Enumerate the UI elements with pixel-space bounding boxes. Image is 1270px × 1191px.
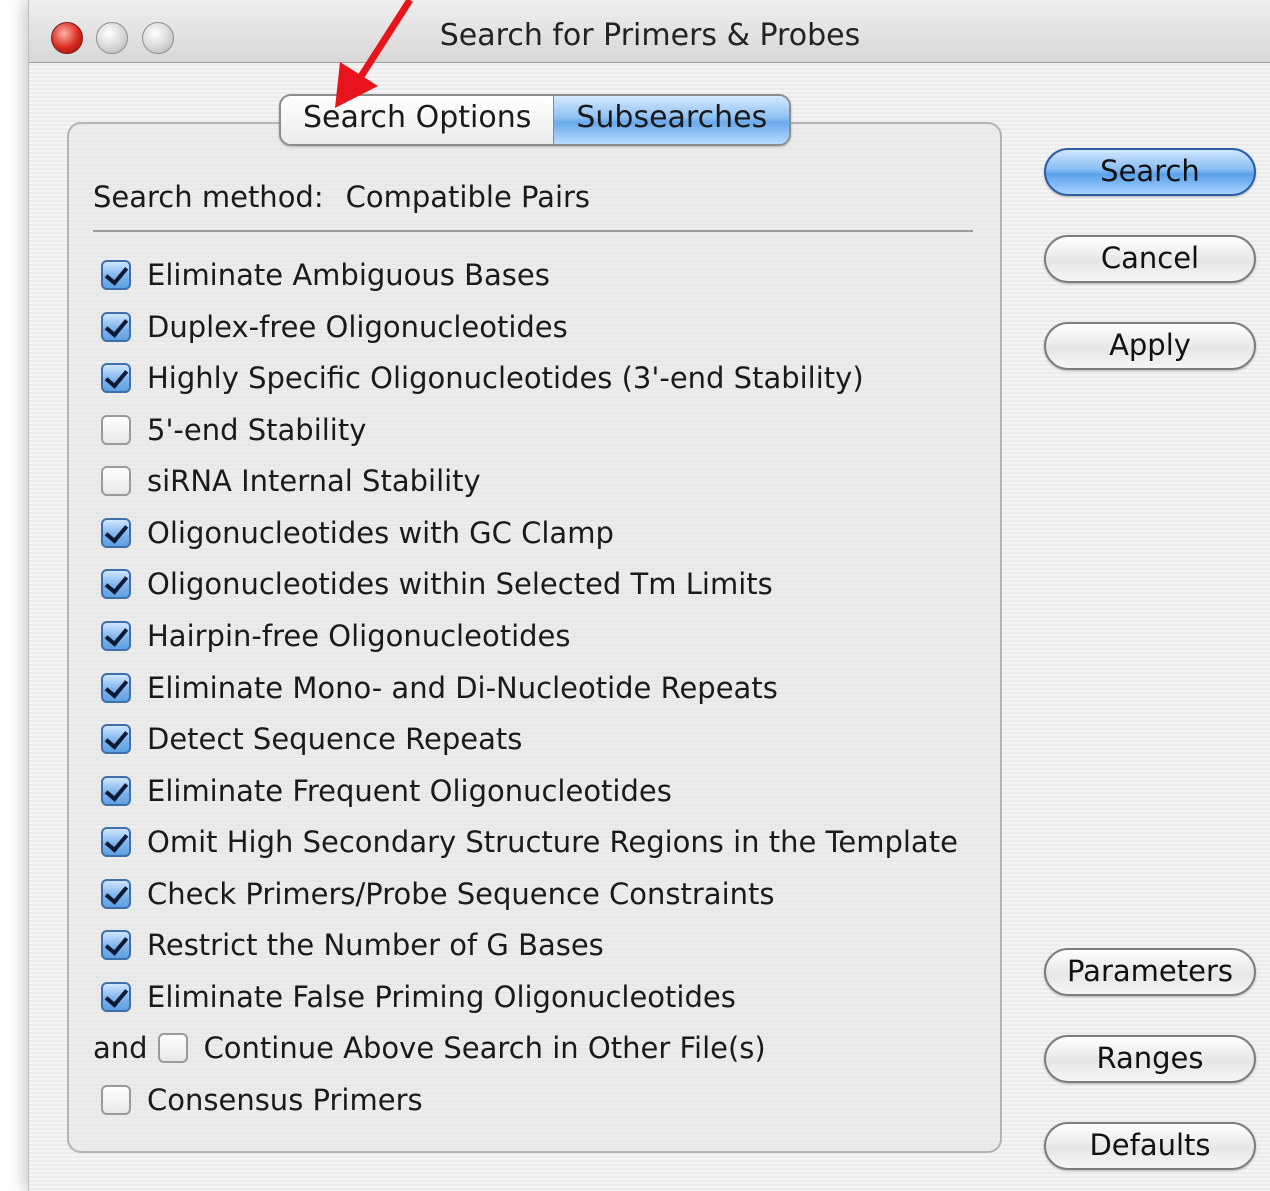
checkbox[interactable] bbox=[101, 982, 131, 1012]
checkbox[interactable] bbox=[101, 776, 131, 806]
tab-subsearches[interactable]: Subsearches bbox=[553, 96, 790, 144]
divider bbox=[93, 230, 973, 232]
option-label: Eliminate Frequent Oligonucleotides bbox=[147, 774, 672, 808]
apply-button[interactable]: Apply bbox=[1044, 322, 1256, 370]
option-sequence-constraints[interactable]: Check Primers/Probe Sequence Constraints bbox=[101, 874, 774, 914]
checkbox[interactable] bbox=[101, 673, 131, 703]
option-hairpin-free[interactable]: Hairpin-free Oligonucleotides bbox=[101, 616, 571, 656]
option-duplex-free[interactable]: Duplex-free Oligonucleotides bbox=[101, 307, 568, 347]
search-method-value: Compatible Pairs bbox=[345, 180, 591, 214]
option-label: siRNA Internal Stability bbox=[147, 464, 481, 498]
option-label: Oligonucleotides within Selected Tm Limi… bbox=[147, 567, 773, 601]
option-label: Duplex-free Oligonucleotides bbox=[147, 310, 568, 344]
option-label: Omit High Secondary Structure Regions in… bbox=[147, 825, 958, 859]
checkbox[interactable] bbox=[101, 518, 131, 548]
checkbox[interactable] bbox=[101, 1085, 131, 1115]
option-label: Highly Specific Oligonucleotides (3'-end… bbox=[147, 361, 864, 395]
checkbox[interactable] bbox=[101, 260, 131, 290]
option-mono-di-repeats[interactable]: Eliminate Mono- and Di-Nucleotide Repeat… bbox=[101, 668, 778, 708]
option-false-priming[interactable]: Eliminate False Priming Oligonucleotides bbox=[101, 977, 736, 1017]
checkbox[interactable] bbox=[101, 363, 131, 393]
checkbox[interactable] bbox=[101, 930, 131, 960]
checkbox[interactable] bbox=[101, 621, 131, 651]
option-label: 5'-end Stability bbox=[147, 413, 367, 447]
option-label: Detect Sequence Repeats bbox=[147, 722, 523, 756]
checkbox[interactable] bbox=[101, 415, 131, 445]
option-label: Eliminate False Priming Oligonucleotides bbox=[147, 980, 736, 1014]
cancel-button[interactable]: Cancel bbox=[1044, 235, 1256, 283]
option-secondary-structure[interactable]: Omit High Secondary Structure Regions in… bbox=[101, 822, 958, 862]
option-label: Eliminate Ambiguous Bases bbox=[147, 258, 550, 292]
checkbox[interactable] bbox=[101, 827, 131, 857]
checkbox[interactable] bbox=[101, 724, 131, 754]
checkbox[interactable] bbox=[101, 569, 131, 599]
option-label: Oligonucleotides with GC Clamp bbox=[147, 516, 614, 550]
option-label: Consensus Primers bbox=[147, 1083, 423, 1117]
option-sirna-internal-stability[interactable]: siRNA Internal Stability bbox=[101, 461, 481, 501]
option-frequent-oligos[interactable]: Eliminate Frequent Oligonucleotides bbox=[101, 771, 672, 811]
parameters-button[interactable]: Parameters bbox=[1044, 948, 1256, 996]
option-consensus-primers[interactable]: Consensus Primers bbox=[101, 1080, 423, 1120]
search-method: Search method: Compatible Pairs bbox=[93, 180, 590, 214]
option-restrict-g-bases[interactable]: Restrict the Number of G Bases bbox=[101, 925, 604, 965]
option-label: Eliminate Mono- and Di-Nucleotide Repeat… bbox=[147, 671, 778, 705]
option-label: Check Primers/Probe Sequence Constraints bbox=[147, 877, 775, 911]
option-gc-clamp[interactable]: Oligonucleotides with GC Clamp bbox=[101, 513, 614, 553]
annotation-arrow-icon bbox=[335, 0, 413, 108]
option-continue-search[interactable]: and Continue Above Search in Other File(… bbox=[93, 1028, 766, 1068]
search-method-label: Search method: bbox=[93, 180, 324, 214]
option-label: Continue Above Search in Other File(s) bbox=[203, 1031, 766, 1065]
search-button[interactable]: Search bbox=[1044, 148, 1256, 196]
option-label: Hairpin-free Oligonucleotides bbox=[147, 619, 571, 653]
ranges-button[interactable]: Ranges bbox=[1044, 1035, 1256, 1083]
option-5-end-stability[interactable]: 5'-end Stability bbox=[101, 410, 366, 450]
option-label: Restrict the Number of G Bases bbox=[147, 928, 604, 962]
option-tm-limits[interactable]: Oligonucleotides within Selected Tm Limi… bbox=[101, 564, 773, 604]
option-detect-sequence-repeats[interactable]: Detect Sequence Repeats bbox=[101, 719, 522, 759]
defaults-button[interactable]: Defaults bbox=[1044, 1122, 1256, 1170]
checkbox[interactable] bbox=[101, 879, 131, 909]
checkbox[interactable] bbox=[101, 466, 131, 496]
option-highly-specific[interactable]: Highly Specific Oligonucleotides (3'-end… bbox=[101, 358, 864, 398]
checkbox[interactable] bbox=[101, 312, 131, 342]
option-eliminate-ambiguous-bases[interactable]: Eliminate Ambiguous Bases bbox=[101, 255, 550, 295]
dialog-window: Search for Primers & Probes Search Optio… bbox=[28, 0, 1270, 1191]
and-label: and bbox=[93, 1031, 148, 1065]
checkbox[interactable] bbox=[157, 1033, 188, 1063]
